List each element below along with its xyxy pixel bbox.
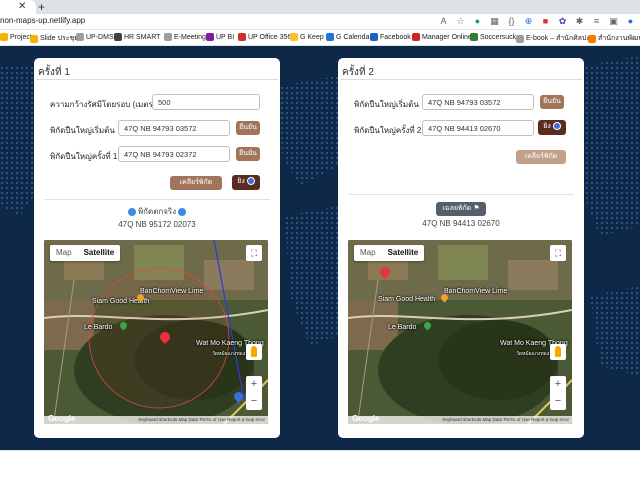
radius-input[interactable]: 500 xyxy=(152,94,260,110)
map-tab[interactable]: Map xyxy=(50,245,78,261)
poi-label: Le Bardo xyxy=(388,324,417,331)
map-attribution[interactable]: Keyboard shortcuts Map Data Terms of Use… xyxy=(348,416,572,424)
round-1-card: ครั้งที่ 1 ความกว้างรัศมีโดยรอบ (เมตร) 5… xyxy=(34,58,280,438)
bookmark-item[interactable]: Manager Online xyxy=(412,33,472,41)
satellite-tab[interactable]: Satellite xyxy=(78,245,121,261)
revealed-coordinate: 47Q NB 94413 02670 xyxy=(422,219,500,228)
street-view-pegman-icon[interactable] xyxy=(246,344,262,360)
start-position-input[interactable]: 47Q NB 94793 03572 xyxy=(422,94,534,110)
zoom-out-button[interactable]: − xyxy=(246,393,262,410)
extension-icon[interactable]: ■ xyxy=(540,15,551,27)
bookmark-item[interactable]: Soccersuck xyxy=(470,33,516,41)
google-logo: Google xyxy=(48,414,76,423)
satellite-map[interactable]: BanChomView Lime Siam Good Health Le Bar… xyxy=(348,240,572,424)
extension-icon[interactable]: ⊕ xyxy=(523,15,534,27)
poi-label: BanChomView Lime xyxy=(444,288,508,295)
clear-coordinates-button[interactable]: เคลียร์พิกัด xyxy=(170,176,222,190)
earth-icon xyxy=(127,207,136,216)
bookmark-item[interactable]: UP-DMS xyxy=(76,33,114,41)
fire2-position-input[interactable]: 47Q NB 94413 02670 xyxy=(422,120,534,136)
actual-landing-label-row: พิกัดตกจริง xyxy=(34,205,280,218)
fullscreen-icon[interactable]: ⛶ xyxy=(550,245,566,261)
card-title: ครั้งที่ 2 xyxy=(342,67,374,78)
address-bar[interactable]: non-maps-up.netlify.app xyxy=(0,16,85,25)
fire-button[interactable]: ยิง xyxy=(232,175,260,190)
page-background: ครั้งที่ 1 ความกว้างรัศมีโดยรอบ (เมตร) 5… xyxy=(0,46,640,450)
start-position-label: พิกัดปืนใหญ่เริ่มต้น xyxy=(354,100,419,109)
bookmark-item[interactable]: HR SMART xyxy=(114,33,160,41)
google-logo: Google xyxy=(352,414,380,423)
bookmark-item[interactable]: G Keep xyxy=(290,33,324,41)
radius-label: ความกว้างรัศมีโดยรอบ (เมตร) xyxy=(50,100,156,109)
favorites-icon[interactable]: ≡ xyxy=(591,15,602,27)
target-icon xyxy=(552,122,561,131)
fire1-position-label: พิกัดปืนใหญ่ครั้งที่ 1 xyxy=(50,152,118,161)
browser-toolbar: non-maps-up.netlify.app A ☆ ● ▦ {} ⊕ ■ ✿… xyxy=(0,14,640,30)
poi-sublabel: วัดหม้อแกงทอง xyxy=(212,351,246,357)
flag-icon: ⚑ xyxy=(473,205,480,212)
start-position-input[interactable]: 47Q NB 94793 03572 xyxy=(118,120,230,136)
divider xyxy=(340,79,582,80)
bookmark-item[interactable]: G Calendar xyxy=(326,33,372,41)
zoom-control: + − xyxy=(550,376,566,410)
close-tab-icon[interactable]: ✕ xyxy=(18,1,26,12)
earth-icon xyxy=(178,207,187,216)
zoom-control: + − xyxy=(246,376,262,410)
fire-button[interactable]: ยิง xyxy=(538,120,566,135)
zoom-out-button[interactable]: − xyxy=(550,393,566,410)
divider xyxy=(36,79,278,80)
actual-landing-coordinate: 47Q NB 95172 02073 xyxy=(118,220,196,229)
profile-icon[interactable]: ● xyxy=(625,15,636,27)
fullscreen-icon[interactable]: ⛶ xyxy=(246,245,262,261)
poi-sublabel: วัดหม้อแกงทอง xyxy=(516,351,550,357)
confirm-start-button[interactable]: ยืนยัน xyxy=(236,121,260,135)
divider xyxy=(44,199,270,200)
bookmark-item[interactable]: E-book – สำนักศิลปะฯ xyxy=(516,33,594,44)
divider xyxy=(348,194,574,195)
bookmark-item[interactable]: UP Office 356 xyxy=(238,33,291,41)
round-2-card: ครั้งที่ 2 พิกัดปืนใหญ่เริ่มต้น 47Q NB 9… xyxy=(338,58,584,438)
street-view-pegman-icon[interactable] xyxy=(550,344,566,360)
zoom-in-button[interactable]: + xyxy=(246,376,262,393)
zoom-in-button[interactable]: + xyxy=(550,376,566,393)
bookmark-item[interactable]: UP BI xyxy=(206,33,234,41)
poi-label: Siam Good Health xyxy=(378,296,436,303)
clear-coordinates-button[interactable]: เคลียร์พิกัด xyxy=(516,150,566,164)
read-aloud-icon[interactable]: A xyxy=(438,15,449,27)
map-type-switch: Map Satellite xyxy=(50,245,121,261)
browser-tab-bar: ✕ + xyxy=(0,0,640,14)
bookmark-item[interactable]: Project xyxy=(0,33,32,41)
target-icon xyxy=(246,177,255,186)
bookmark-item[interactable]: E-Meeting xyxy=(164,33,206,41)
satellite-tab[interactable]: Satellite xyxy=(382,245,425,261)
new-tab-icon[interactable]: + xyxy=(38,0,45,14)
extension-icon[interactable]: ● xyxy=(472,15,483,27)
fire2-position-label: พิกัดปืนใหญ่ครั้งที่ 2 xyxy=(354,126,422,135)
map-attribution[interactable]: Keyboard shortcuts Map Data Terms of Use… xyxy=(44,416,268,424)
poi-label: BanChomView Lime xyxy=(140,288,204,295)
satellite-map[interactable]: BanChomView Lime Siam Good Health Le Bar… xyxy=(44,240,268,424)
browser-tab[interactable]: ✕ xyxy=(0,0,36,14)
start-position-label: พิกัดปืนใหญ่เริ่มต้น xyxy=(50,126,115,135)
extension-icon[interactable]: ✿ xyxy=(557,15,568,27)
extension-icon[interactable]: {} xyxy=(506,15,517,27)
bookmark-item[interactable]: สำนักงานพัฒนาฯ FB xyxy=(588,33,640,44)
poi-label: Le Bardo xyxy=(84,324,113,331)
confirm-start-button[interactable]: ยืนยัน xyxy=(540,95,564,109)
card-title: ครั้งที่ 1 xyxy=(38,67,70,78)
page-footer-area xyxy=(0,450,640,480)
extensions-icon[interactable]: ✱ xyxy=(574,15,585,27)
map-type-switch: Map Satellite xyxy=(354,245,425,261)
fire1-position-input[interactable]: 47Q NB 94793 02372 xyxy=(118,146,230,162)
confirm-fire1-button[interactable]: ยืนยัน xyxy=(236,147,260,161)
extension-icon[interactable]: ▦ xyxy=(489,15,500,27)
map-tab[interactable]: Map xyxy=(354,245,382,261)
bookmark-item[interactable]: Slide ประชุม xyxy=(30,33,79,44)
star-icon[interactable]: ☆ xyxy=(455,15,466,27)
bookmark-item[interactable]: Facebook xyxy=(370,33,411,41)
bookmarks-bar: Project Slide ประชุม UP-DMS HR SMART E-M… xyxy=(0,30,640,46)
collections-icon[interactable]: ▣ xyxy=(608,15,619,27)
reveal-coordinates-button[interactable]: เฉลยพิกัด ⚑ xyxy=(436,202,486,216)
